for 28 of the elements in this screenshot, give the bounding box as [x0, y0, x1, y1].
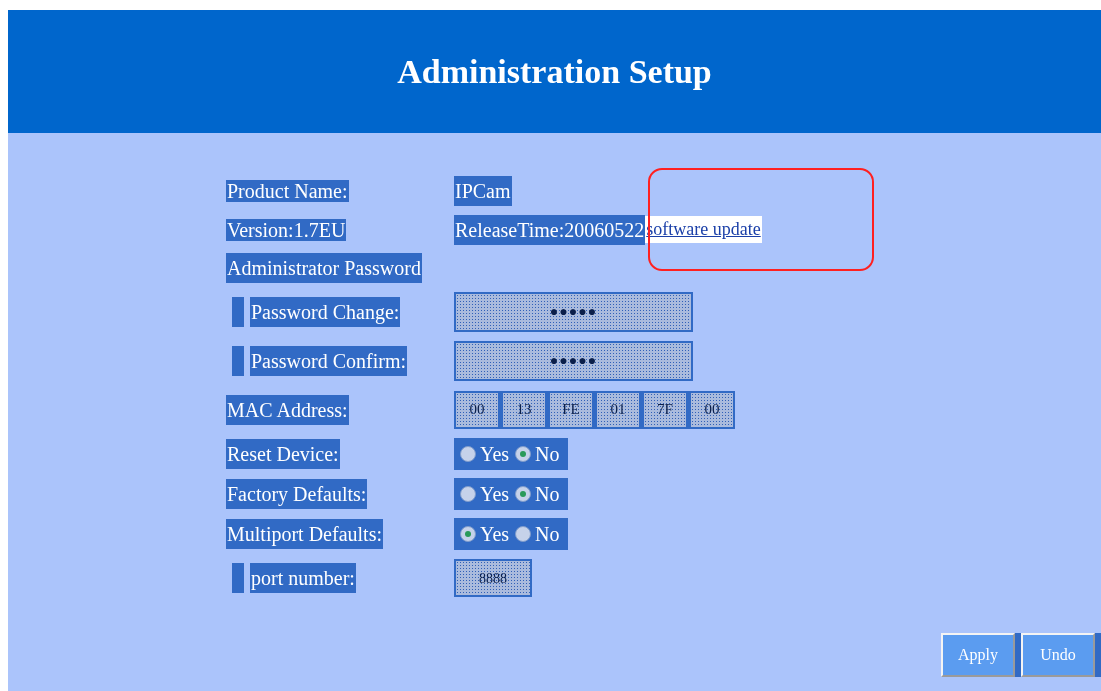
field-label: Version:1.7EU	[226, 218, 347, 241]
mac-field[interactable]: 00	[456, 392, 498, 427]
field-label: Password Change:	[250, 296, 401, 327]
page-title: Administration Setup	[397, 52, 712, 92]
radio-label: Yes	[480, 482, 510, 507]
radio-label: Yes	[480, 522, 510, 547]
mac-field[interactable]: 7F	[644, 392, 686, 427]
radio-label: No	[535, 482, 560, 507]
field-label: MAC Address:	[226, 394, 349, 425]
section-heading: Administrator Password	[226, 253, 422, 283]
field-label: Multiport Defaults:	[226, 519, 383, 549]
radio-label: No	[535, 442, 560, 467]
field-value: IPCam	[454, 175, 512, 206]
port-field[interactable]: 8888	[454, 559, 532, 597]
mac-field[interactable]: 01	[597, 392, 639, 427]
mac-field[interactable]: 13	[503, 392, 545, 427]
password-field[interactable]: ●●●●●	[454, 340, 693, 381]
radio-label: Yes	[480, 442, 510, 467]
field-label: Password Confirm:	[250, 345, 407, 376]
field-label: port number:	[250, 563, 356, 593]
field-label: Factory Defaults:	[226, 479, 368, 509]
mac-field[interactable]: FE	[550, 392, 592, 427]
field-value: ReleaseTime:20060522	[454, 214, 646, 245]
mac-field[interactable]: 00	[691, 392, 733, 427]
radio-label: No	[535, 522, 560, 547]
field-label: Reset Device:	[226, 439, 340, 469]
field-label: Product Name:	[226, 179, 349, 202]
password-field[interactable]: ●●●●●	[454, 291, 693, 332]
